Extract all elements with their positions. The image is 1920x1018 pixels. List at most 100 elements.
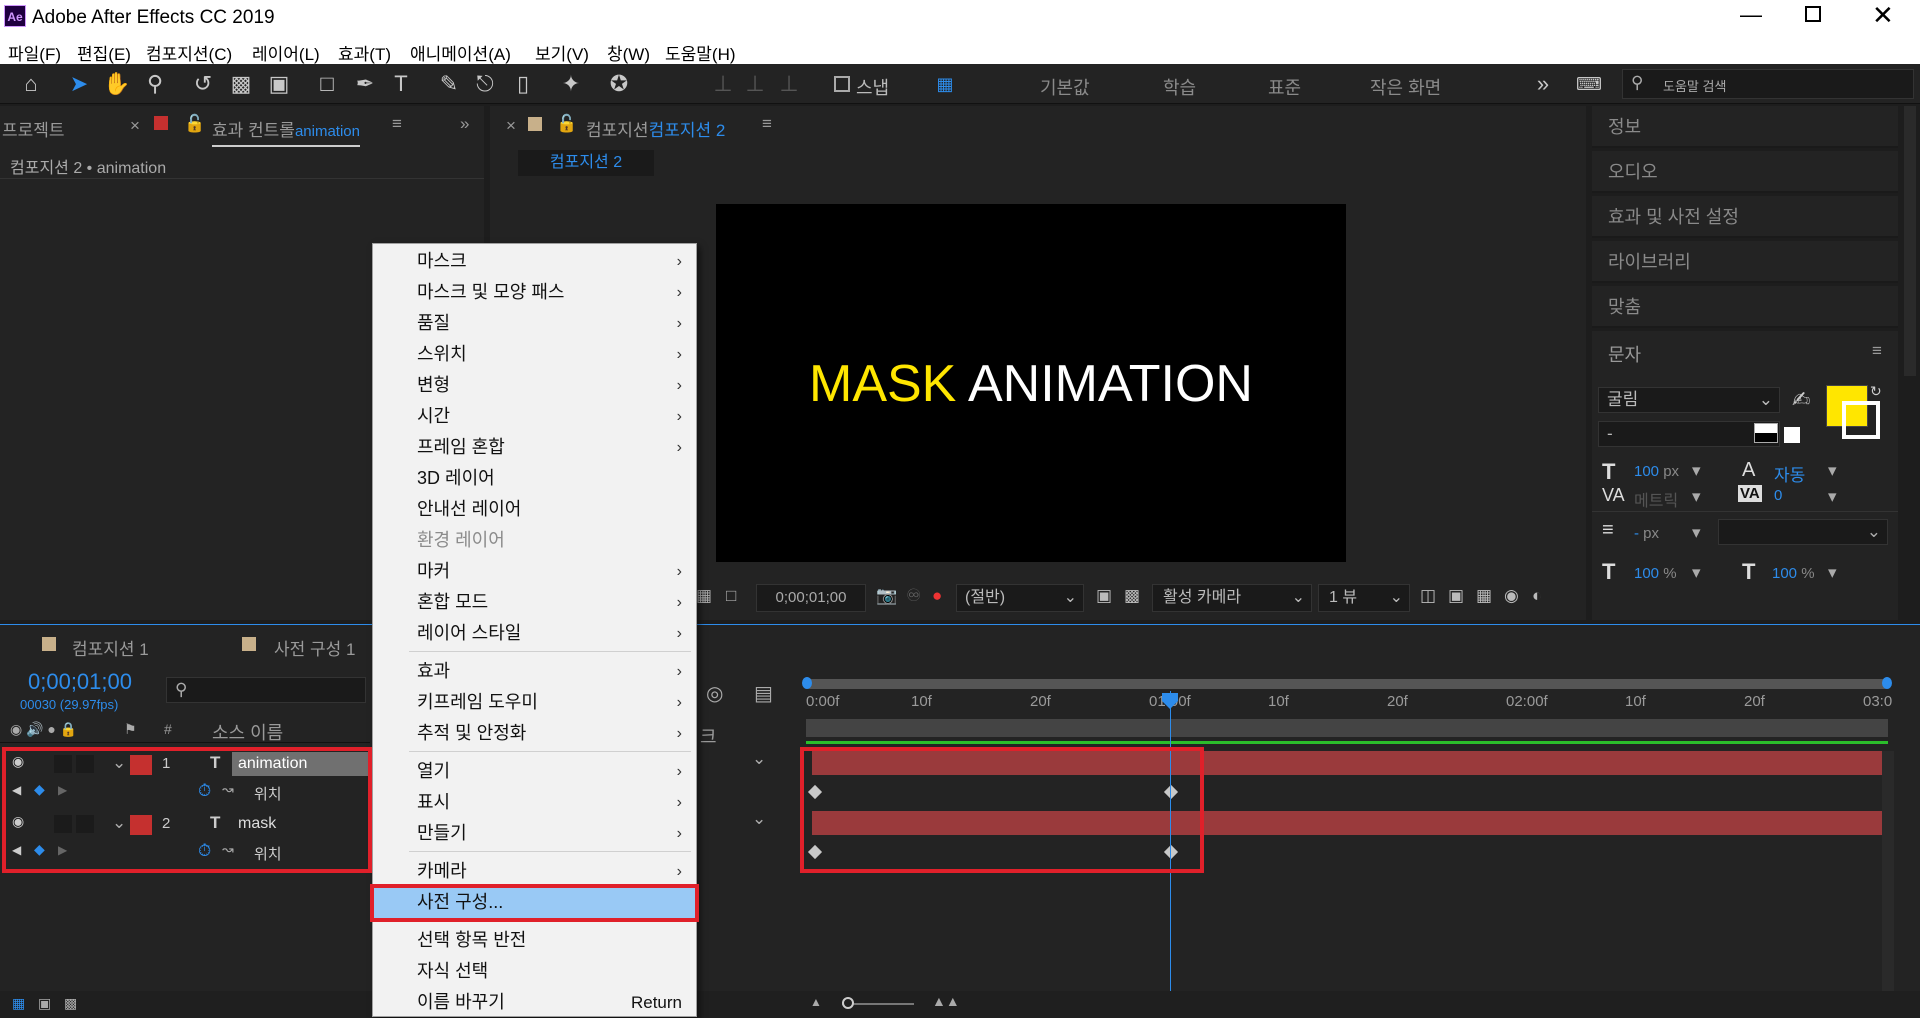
comp-lock-icon[interactable]: 🔓 bbox=[556, 114, 577, 134]
clone-stamp-tool-icon[interactable]: ⎋ bbox=[470, 70, 500, 98]
reset-exposure-icon[interactable]: ▣ bbox=[1448, 586, 1464, 606]
menu-item-frame-blending[interactable]: 프레임 혼합 › bbox=[373, 432, 696, 463]
menu-item-markers[interactable]: 마커 › bbox=[373, 556, 696, 587]
comp-panel-menu-icon[interactable]: ≡ bbox=[762, 114, 772, 134]
no-fill-swatch[interactable] bbox=[1784, 427, 1800, 443]
menu-item-quality[interactable]: 품질 › bbox=[373, 308, 696, 339]
layer-search-input[interactable]: ⚲ bbox=[166, 677, 366, 703]
toggle-switches-icon[interactable]: ▣ bbox=[38, 995, 51, 1012]
menu-item-track-stabilize[interactable]: 추적 및 안정화 › bbox=[373, 718, 696, 749]
panel-libraries[interactable]: 라이브러리 bbox=[1592, 241, 1898, 283]
help-search-input[interactable]: 도움말 검색 bbox=[1663, 76, 1726, 95]
zoom-slider-knob[interactable] bbox=[842, 997, 854, 1009]
hscale-dropdown-icon[interactable]: ▾ bbox=[1828, 563, 1837, 583]
timeline-icon[interactable]: ▦ bbox=[1476, 586, 1492, 606]
stroke-dropdown-icon[interactable]: ▾ bbox=[1692, 523, 1701, 543]
exposure-icon[interactable]: ◐ bbox=[1532, 586, 1542, 606]
menu-item-switches[interactable]: 스위치 › bbox=[373, 339, 696, 370]
zoom-tool-icon[interactable]: ⚲ bbox=[140, 70, 170, 98]
close-window-icon[interactable]: ✕ bbox=[1872, 0, 1894, 31]
sync-settings-icon[interactable]: ⌨ bbox=[1574, 70, 1604, 98]
panel-audio[interactable]: 오디오 bbox=[1592, 151, 1898, 193]
menu-item-mask-shape-path[interactable]: 마스크 및 모양 패스 › bbox=[373, 277, 696, 308]
menu-item-keyframe-assistant[interactable]: 키프레임 도우미 › bbox=[373, 687, 696, 718]
minimize-icon[interactable]: — bbox=[1740, 2, 1762, 28]
motion-blur-icon[interactable]: ◎ bbox=[706, 681, 723, 706]
menu-item-mask[interactable]: 마스크 › bbox=[373, 246, 696, 277]
kerning-dropdown-icon[interactable]: ▾ bbox=[1692, 487, 1701, 507]
tracking-dropdown-icon[interactable]: ▾ bbox=[1828, 487, 1837, 507]
restore-icon[interactable] bbox=[1805, 6, 1821, 22]
menu-item-time[interactable]: 시간 › bbox=[373, 401, 696, 432]
menu-layer[interactable]: 레이어(L) bbox=[252, 40, 320, 65]
menu-item-transform[interactable]: 변형 › bbox=[373, 370, 696, 401]
workspace-default[interactable]: 기본값 bbox=[1040, 74, 1090, 100]
camera-tool-icon[interactable]: ▩ bbox=[226, 70, 256, 98]
more-workspaces-icon[interactable]: » bbox=[1528, 70, 1558, 98]
brush-tool-icon[interactable]: ✎ bbox=[434, 70, 464, 98]
snapshot-icon[interactable]: 📷 bbox=[876, 586, 897, 606]
transparency-grid-icon[interactable]: ▩ bbox=[1124, 586, 1140, 606]
font-size-dropdown-icon[interactable]: ▾ bbox=[1692, 461, 1701, 481]
help-search-box[interactable]: ⚲ 도움말 검색 bbox=[1622, 69, 1914, 99]
comp-flow-icon[interactable]: ▦ bbox=[12, 995, 25, 1012]
right-scrollbar[interactable] bbox=[1904, 106, 1916, 376]
black-white-swatch[interactable] bbox=[1754, 423, 1778, 443]
channels-icon[interactable]: ● bbox=[932, 586, 942, 606]
pan-behind-tool-icon[interactable]: ▣ bbox=[264, 70, 294, 98]
menu-item-reveal[interactable]: 표시 › bbox=[373, 787, 696, 818]
menu-composition[interactable]: 컴포지션(C) bbox=[146, 40, 232, 65]
menu-edit[interactable]: 편집(E) bbox=[77, 40, 131, 65]
close-tab-icon[interactable]: × bbox=[130, 116, 140, 136]
menu-item-rename[interactable]: 이름 바꾸기 Return bbox=[373, 987, 696, 1018]
rotate-tool-icon[interactable]: ↺ bbox=[188, 70, 218, 98]
toggle-pixel-icon[interactable]: ◫ bbox=[1420, 586, 1436, 606]
kerning-value[interactable]: 메트릭 bbox=[1634, 487, 1678, 511]
roto-brush-tool-icon[interactable]: ✦ bbox=[556, 70, 586, 98]
workspace-learn[interactable]: 학습 bbox=[1163, 74, 1196, 100]
chevron-down-icon[interactable]: ⌄ bbox=[752, 749, 766, 769]
menu-item-camera[interactable]: 카메라 › bbox=[373, 856, 696, 887]
vertical-scale-value[interactable]: 100 % bbox=[1634, 565, 1677, 582]
panel-effects-presets[interactable]: 효과 및 사전 설정 bbox=[1592, 196, 1898, 238]
work-area-end[interactable] bbox=[1882, 677, 1892, 689]
fast-preview-icon[interactable]: ▣ bbox=[1096, 586, 1112, 606]
eyedropper-icon[interactable]: ✍ bbox=[1792, 387, 1810, 413]
zoom-in-icon[interactable]: ▲▲ bbox=[932, 993, 960, 1009]
pen-tool-icon[interactable]: ✒ bbox=[350, 70, 380, 98]
character-menu-icon[interactable]: ≡ bbox=[1872, 341, 1882, 361]
timeline-timecode[interactable]: 0;00;01;00 bbox=[28, 669, 132, 695]
camera-select[interactable]: 활성 카메라 ⌄ bbox=[1152, 584, 1312, 612]
menu-animation[interactable]: 애니메이션(A) bbox=[410, 40, 511, 65]
stroke-color-swatch[interactable] bbox=[1842, 401, 1880, 439]
tab-composition[interactable]: 컴포지션컴포지션 2 bbox=[586, 116, 725, 141]
type-tool-icon[interactable]: T bbox=[386, 70, 416, 98]
work-area-start[interactable] bbox=[802, 677, 812, 689]
panel-menu-icon[interactable]: ≡ bbox=[392, 114, 402, 134]
font-size-value[interactable]: 100 px bbox=[1634, 463, 1679, 480]
vscale-dropdown-icon[interactable]: ▾ bbox=[1692, 563, 1701, 583]
menu-view[interactable]: 보기(V) bbox=[535, 40, 589, 65]
grid-icon[interactable]: ▦ bbox=[696, 586, 712, 606]
puppet-tool-icon[interactable]: ✪ bbox=[604, 70, 634, 98]
menu-item-select-children[interactable]: 자식 선택 bbox=[373, 956, 696, 987]
close-comp-tab-icon[interactable]: × bbox=[506, 116, 516, 136]
stroke-width-value[interactable]: - px bbox=[1634, 525, 1659, 542]
hand-tool-icon[interactable]: ✋ bbox=[102, 70, 132, 98]
leading-value[interactable]: 자동 bbox=[1774, 461, 1805, 486]
font-style-select[interactable]: -⌄ bbox=[1598, 421, 1780, 447]
menu-file[interactable]: 파일(F) bbox=[8, 40, 61, 65]
menu-effect[interactable]: 효과(T) bbox=[338, 40, 391, 65]
local-axis-icon[interactable]: ⊥ bbox=[708, 70, 738, 98]
chevron-down-icon[interactable]: ⌄ bbox=[752, 809, 766, 829]
menu-item-open[interactable]: 열기 › bbox=[373, 756, 696, 787]
menu-item-3d-layer[interactable]: 3D 레이어 bbox=[373, 463, 696, 494]
work-area-bar[interactable] bbox=[806, 679, 1888, 689]
panel-info[interactable]: 정보 bbox=[1592, 106, 1898, 148]
menu-window[interactable]: 창(W) bbox=[607, 40, 650, 65]
menu-item-layer-styles[interactable]: 레이어 스타일 › bbox=[373, 618, 696, 649]
toggle-modes-icon[interactable]: ▩ bbox=[64, 995, 77, 1012]
panel-align[interactable]: 맞춤 bbox=[1592, 286, 1898, 328]
home-icon[interactable]: ⌂ bbox=[16, 70, 46, 98]
view-axis-icon[interactable]: ⊥ bbox=[774, 70, 804, 98]
